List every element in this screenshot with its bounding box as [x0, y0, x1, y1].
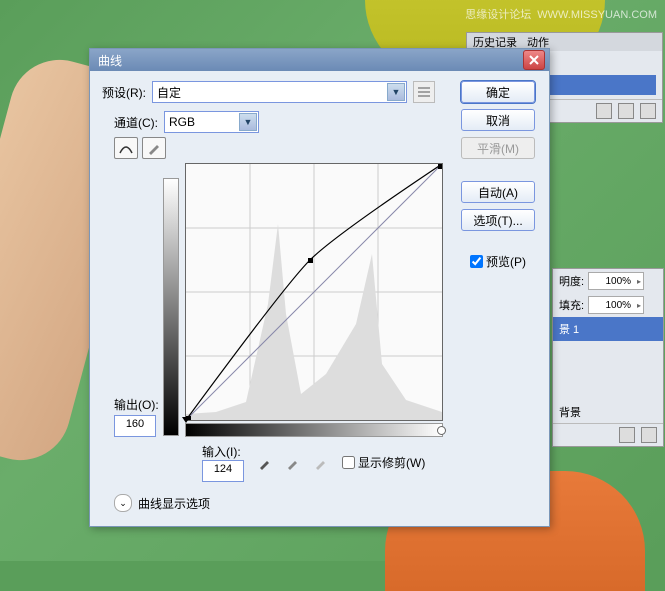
chevron-down-icon: ▼: [239, 113, 257, 131]
fill-label: 填充:: [559, 297, 584, 313]
options-button[interactable]: 选项(T)...: [461, 209, 535, 231]
layers-panel: 明度:100% 填充:100% 景 1 背景: [552, 268, 664, 447]
ok-button[interactable]: 确定: [461, 81, 535, 103]
white-point-slider[interactable]: [437, 426, 446, 435]
layer-icon[interactable]: [641, 427, 657, 443]
fill-value[interactable]: 100%: [588, 296, 644, 314]
output-gradient: [163, 178, 179, 436]
dialog-title: 曲线: [94, 52, 523, 69]
smooth-button: 平滑(M): [461, 137, 535, 159]
pencil-tool-button[interactable]: [142, 137, 166, 159]
history-icon[interactable]: [596, 103, 612, 119]
channel-label: 通道(C):: [114, 114, 158, 131]
white-eyedropper[interactable]: [310, 454, 332, 472]
preset-label: 预设(R):: [102, 84, 146, 101]
eyedropper-icon: [257, 455, 273, 471]
black-point-slider[interactable]: [182, 417, 190, 423]
expand-label: 曲线显示选项: [138, 495, 210, 512]
opacity-label: 明度:: [559, 273, 584, 289]
cancel-button[interactable]: 取消: [461, 109, 535, 131]
show-clipping-checkbox[interactable]: 显示修剪(W): [342, 454, 425, 471]
close-button[interactable]: [523, 50, 545, 70]
input-field[interactable]: 124: [202, 460, 244, 482]
chevron-down-icon: ▼: [387, 83, 405, 101]
output-label: 输出(O):: [114, 396, 159, 413]
curve-tool-button[interactable]: [114, 137, 138, 159]
preset-combo[interactable]: 自定▼: [152, 81, 407, 103]
layer-background[interactable]: 背景: [553, 401, 663, 423]
input-label: 输入(I):: [202, 443, 244, 460]
pencil-icon: [147, 141, 161, 155]
expand-options-button[interactable]: ⌄: [114, 494, 132, 512]
auto-button[interactable]: 自动(A): [461, 181, 535, 203]
curves-dialog: 曲线 预设(R): 自定▼ 通道(C): RGB▼: [89, 48, 550, 527]
eyedropper-icon: [285, 455, 301, 471]
close-icon: [529, 55, 539, 65]
new-snapshot-icon[interactable]: [618, 103, 634, 119]
gray-eyedropper[interactable]: [282, 454, 304, 472]
curves-graph[interactable]: [185, 163, 443, 421]
preset-menu-button[interactable]: [413, 81, 435, 103]
channel-combo[interactable]: RGB▼: [164, 111, 259, 133]
eyedropper-icon: [313, 455, 329, 471]
titlebar[interactable]: 曲线: [90, 49, 549, 71]
output-field[interactable]: 160: [114, 415, 156, 437]
watermark: 思缘设计论坛WWW.MISSYUAN.COM: [465, 6, 657, 22]
menu-icon: [418, 87, 430, 97]
input-gradient: [185, 423, 443, 437]
chevron-down-icon: ⌄: [119, 498, 127, 509]
layer-item[interactable]: 景 1: [553, 317, 663, 341]
opacity-value[interactable]: 100%: [588, 272, 644, 290]
preview-checkbox[interactable]: 预览(P): [470, 253, 526, 270]
trash-icon[interactable]: [640, 103, 656, 119]
layer-icon[interactable]: [619, 427, 635, 443]
curve-icon: [118, 141, 134, 155]
black-eyedropper[interactable]: [254, 454, 276, 472]
